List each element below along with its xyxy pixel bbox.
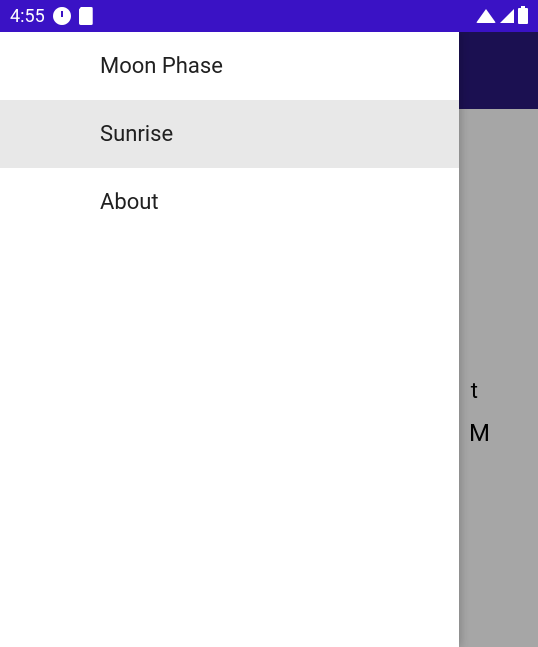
navigation-drawer: Moon Phase Sunrise About bbox=[0, 32, 459, 647]
drawer-item-moon-phase[interactable]: Moon Phase bbox=[0, 32, 459, 100]
status-bar: 4:55 bbox=[0, 0, 538, 32]
drawer-item-label: Moon Phase bbox=[100, 54, 223, 79]
sd-card-icon bbox=[79, 7, 93, 25]
status-right bbox=[476, 8, 528, 24]
drawer-item-sunrise[interactable]: Sunrise bbox=[0, 100, 459, 168]
status-left: 4:55 bbox=[10, 6, 93, 27]
clock-icon bbox=[53, 7, 71, 25]
drawer-item-label: Sunrise bbox=[100, 122, 173, 147]
drawer-item-label: About bbox=[100, 190, 159, 215]
signal-icon bbox=[500, 9, 514, 23]
status-time: 4:55 bbox=[10, 6, 45, 27]
battery-icon bbox=[518, 8, 528, 24]
wifi-icon bbox=[476, 9, 496, 23]
drawer-item-about[interactable]: About bbox=[0, 168, 459, 236]
